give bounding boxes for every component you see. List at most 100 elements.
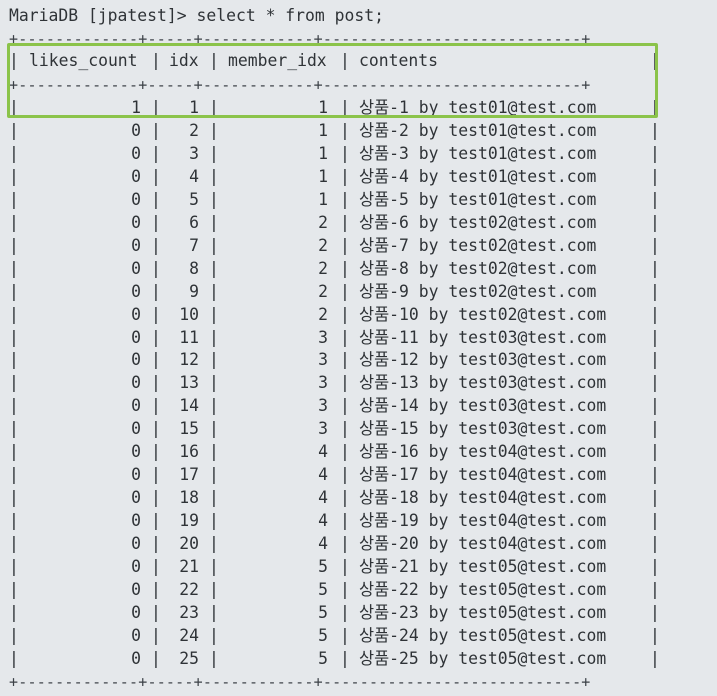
column-separator: | <box>9 579 19 599</box>
header-idx: idx <box>169 51 199 70</box>
cell-contents: 상품-16 by test04@test.com <box>359 442 607 462</box>
column-separator: | <box>9 602 19 622</box>
cell-idx: 18 <box>179 488 199 508</box>
cell-idx: 5 <box>189 189 199 209</box>
column-separator: | <box>9 98 19 117</box>
column-separator: | <box>151 51 161 70</box>
cell-contents: 상품-18 by test04@test.com <box>359 488 607 508</box>
cell-idx: 7 <box>189 235 199 255</box>
column-separator: | <box>209 281 219 301</box>
column-separator: | <box>151 120 161 140</box>
column-separator: | <box>151 143 161 163</box>
cell-contents: 상품-23 by test05@test.com <box>359 602 607 622</box>
column-separator: | <box>650 327 660 347</box>
column-separator: | <box>209 602 219 622</box>
column-separator: | <box>9 51 19 70</box>
column-separator: | <box>9 419 19 439</box>
column-separator: | <box>9 304 19 324</box>
column-separator: | <box>340 373 350 393</box>
cell-contents: 상품-11 by test03@test.com <box>359 327 607 347</box>
column-separator: | <box>9 327 19 347</box>
cell-member-idx: 3 <box>318 396 328 416</box>
cell-likes-count: 0 <box>131 557 141 576</box>
column-separator: | <box>9 350 19 370</box>
cell-likes-count: 0 <box>131 419 141 439</box>
cell-contents: 상품-17 by test04@test.com <box>359 465 607 485</box>
cell-idx: 11 <box>179 327 199 347</box>
column-separator: | <box>9 534 19 554</box>
column-separator: | <box>151 98 161 117</box>
column-separator: | <box>209 465 219 485</box>
cell-contents: 상품-8 by test02@test.com <box>359 258 597 278</box>
column-separator: | <box>151 557 161 576</box>
column-separator: | <box>9 511 19 531</box>
cell-idx: 14 <box>179 396 199 416</box>
cell-likes-count: 0 <box>131 235 141 255</box>
cell-contents: 상품-2 by test01@test.com <box>359 120 597 140</box>
column-separator: | <box>151 625 161 645</box>
column-separator: | <box>209 51 219 70</box>
cell-idx: 20 <box>179 534 199 554</box>
cell-member-idx: 4 <box>318 534 328 554</box>
cell-contents: 상품-15 by test03@test.com <box>359 419 607 439</box>
column-separator: | <box>209 143 219 163</box>
cell-contents: 상품-22 by test05@test.com <box>359 579 607 599</box>
column-separator: | <box>209 625 219 645</box>
cell-member-idx: 4 <box>318 511 328 531</box>
cell-member-idx: 2 <box>318 212 328 232</box>
column-separator: | <box>9 396 19 416</box>
cell-likes-count: 0 <box>131 189 141 209</box>
column-separator: | <box>340 350 350 370</box>
cell-likes-count: 1 <box>131 98 141 117</box>
column-separator: | <box>209 442 219 462</box>
cell-idx: 4 <box>189 166 199 186</box>
cell-idx: 15 <box>179 419 199 439</box>
cell-contents: 상품-7 by test02@test.com <box>359 235 597 255</box>
column-separator: | <box>340 511 350 531</box>
column-separator: | <box>209 648 219 668</box>
column-separator: | <box>151 304 161 324</box>
column-separator: | <box>340 396 350 416</box>
column-separator: | <box>151 465 161 485</box>
column-separator: | <box>209 511 219 531</box>
cell-contents: 상품-20 by test04@test.com <box>359 534 607 554</box>
column-separator: | <box>9 465 19 485</box>
column-separator: | <box>340 166 350 186</box>
cell-idx: 12 <box>179 350 199 370</box>
cell-member-idx: 1 <box>318 143 328 163</box>
column-separator: | <box>340 602 350 622</box>
column-separator: | <box>151 648 161 668</box>
column-separator: | <box>151 258 161 278</box>
column-separator: | <box>151 166 161 186</box>
cell-idx: 3 <box>189 143 199 163</box>
cell-idx: 8 <box>189 258 199 278</box>
column-separator: | <box>650 534 660 554</box>
cell-idx: 10 <box>179 304 199 324</box>
column-separator: | <box>340 189 350 209</box>
column-separator: | <box>340 419 350 439</box>
column-separator: | <box>340 465 350 485</box>
column-separator: | <box>340 281 350 301</box>
column-separator: | <box>151 327 161 347</box>
cell-contents: 상품-21 by test05@test.com <box>359 557 607 576</box>
terminal-window[interactable]: MariaDB [jpatest]> select * from post; +… <box>7 4 709 692</box>
cell-member-idx: 2 <box>318 258 328 278</box>
cell-idx: 23 <box>179 602 199 622</box>
column-separator: | <box>209 534 219 554</box>
cell-contents: 상품-4 by test01@test.com <box>359 166 597 186</box>
cell-contents: 상품-10 by test02@test.com <box>359 304 607 324</box>
cell-contents: 상품-3 by test01@test.com <box>359 143 597 163</box>
column-separator: | <box>209 419 219 439</box>
cell-member-idx: 4 <box>318 442 328 462</box>
cell-contents: 상품-24 by test05@test.com <box>359 625 607 645</box>
column-separator: | <box>9 235 19 255</box>
column-separator: | <box>9 120 19 140</box>
cell-member-idx: 4 <box>318 488 328 508</box>
cell-likes-count: 0 <box>131 465 141 485</box>
column-separator: | <box>340 648 350 668</box>
cell-likes-count: 0 <box>131 625 141 645</box>
cell-member-idx: 2 <box>318 304 328 324</box>
column-separator: | <box>151 602 161 622</box>
cell-likes-count: 0 <box>131 258 141 278</box>
column-separator: | <box>650 350 660 370</box>
